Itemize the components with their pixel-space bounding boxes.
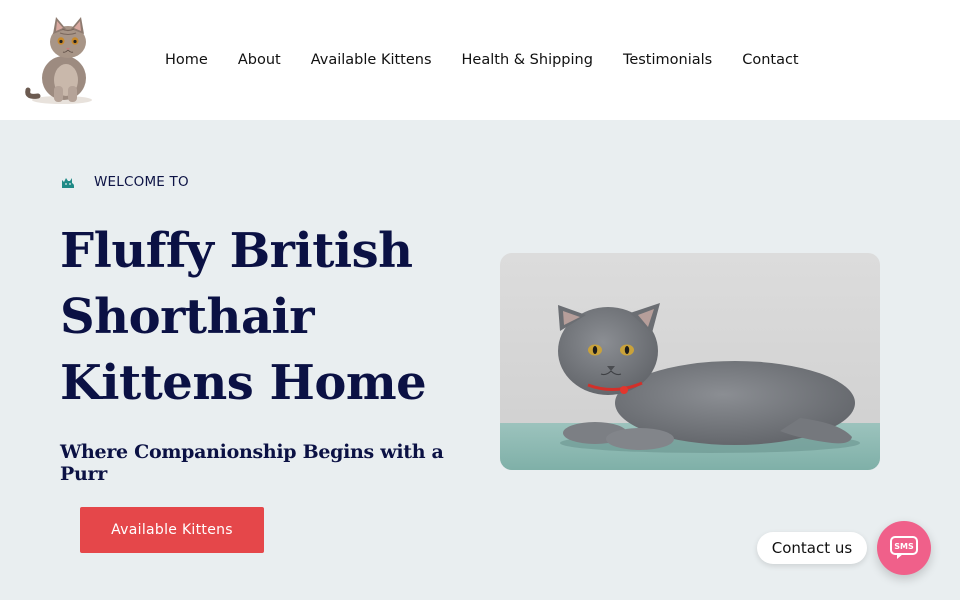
nav-testimonials[interactable]: Testimonials [623, 52, 712, 68]
contact-us-label[interactable]: Contact us [757, 532, 867, 564]
kitten-logo-icon [25, 17, 92, 104]
sms-icon: SMS [890, 536, 918, 559]
welcome-text: WELCOME TO [94, 174, 189, 190]
welcome-eyebrow: WELCOME TO [60, 172, 189, 192]
nav-available-kittens[interactable]: Available Kittens [311, 52, 432, 68]
kitten-logo[interactable] [22, 12, 102, 108]
hero-title: Fluffy British Shorthair Kittens Home [60, 223, 427, 411]
hero-subtitle: Where Companionship Begins with a Purr [60, 441, 444, 485]
cat-icon [62, 178, 74, 188]
nav-about[interactable]: About [238, 52, 281, 68]
available-kittens-button[interactable]: Available Kittens [80, 507, 264, 553]
main-nav: Home About Available Kittens Health & Sh… [150, 0, 814, 120]
grey-cat-illustration [500, 253, 880, 470]
site-header: Home About Available Kittens Health & Sh… [0, 0, 960, 120]
sms-chat-button[interactable]: SMS [877, 521, 931, 575]
nav-contact[interactable]: Contact [742, 52, 798, 68]
sms-icon-text: SMS [894, 542, 914, 551]
grey-cat-photo [500, 253, 880, 470]
nav-health-shipping[interactable]: Health & Shipping [462, 52, 593, 68]
nav-home[interactable]: Home [165, 52, 208, 68]
